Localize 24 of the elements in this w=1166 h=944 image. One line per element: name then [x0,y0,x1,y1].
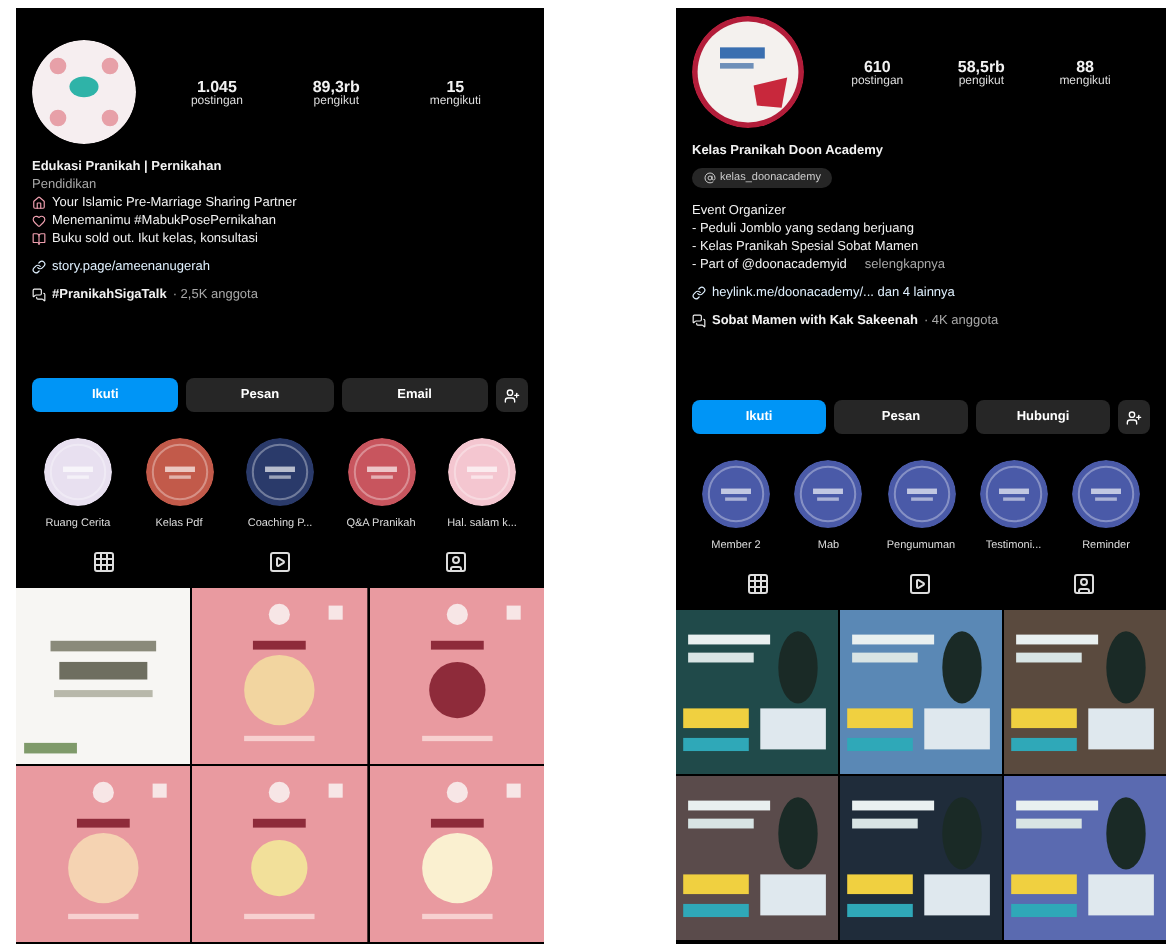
channel-icon [692,314,706,328]
heart-icon [32,214,46,228]
add-person-icon [1126,409,1142,425]
tagged-icon[interactable] [444,550,468,574]
home-icon [32,196,46,210]
grid-icon[interactable] [92,550,116,574]
add-person-button[interactable] [495,378,528,412]
stat-count: 15 [446,77,465,95]
link-icon [32,260,46,274]
tagged-icon[interactable] [1072,572,1097,596]
add-person-button[interactable] [1118,400,1150,434]
stat-count: 1.045 [196,77,237,95]
reels-icon[interactable] [268,550,292,574]
book-icon [32,232,46,246]
grid-icon[interactable] [745,572,770,596]
stat-count: 610 [863,57,891,75]
threads-icon [704,172,716,184]
stat-count: 88 [1076,57,1094,75]
stat-count: 58,5rb [957,57,1005,75]
channel-icon [32,288,46,302]
stat-count: 89,3rb [312,77,360,95]
link-icon [692,286,706,300]
reels-icon[interactable] [908,572,933,596]
add-person-icon [503,387,520,403]
